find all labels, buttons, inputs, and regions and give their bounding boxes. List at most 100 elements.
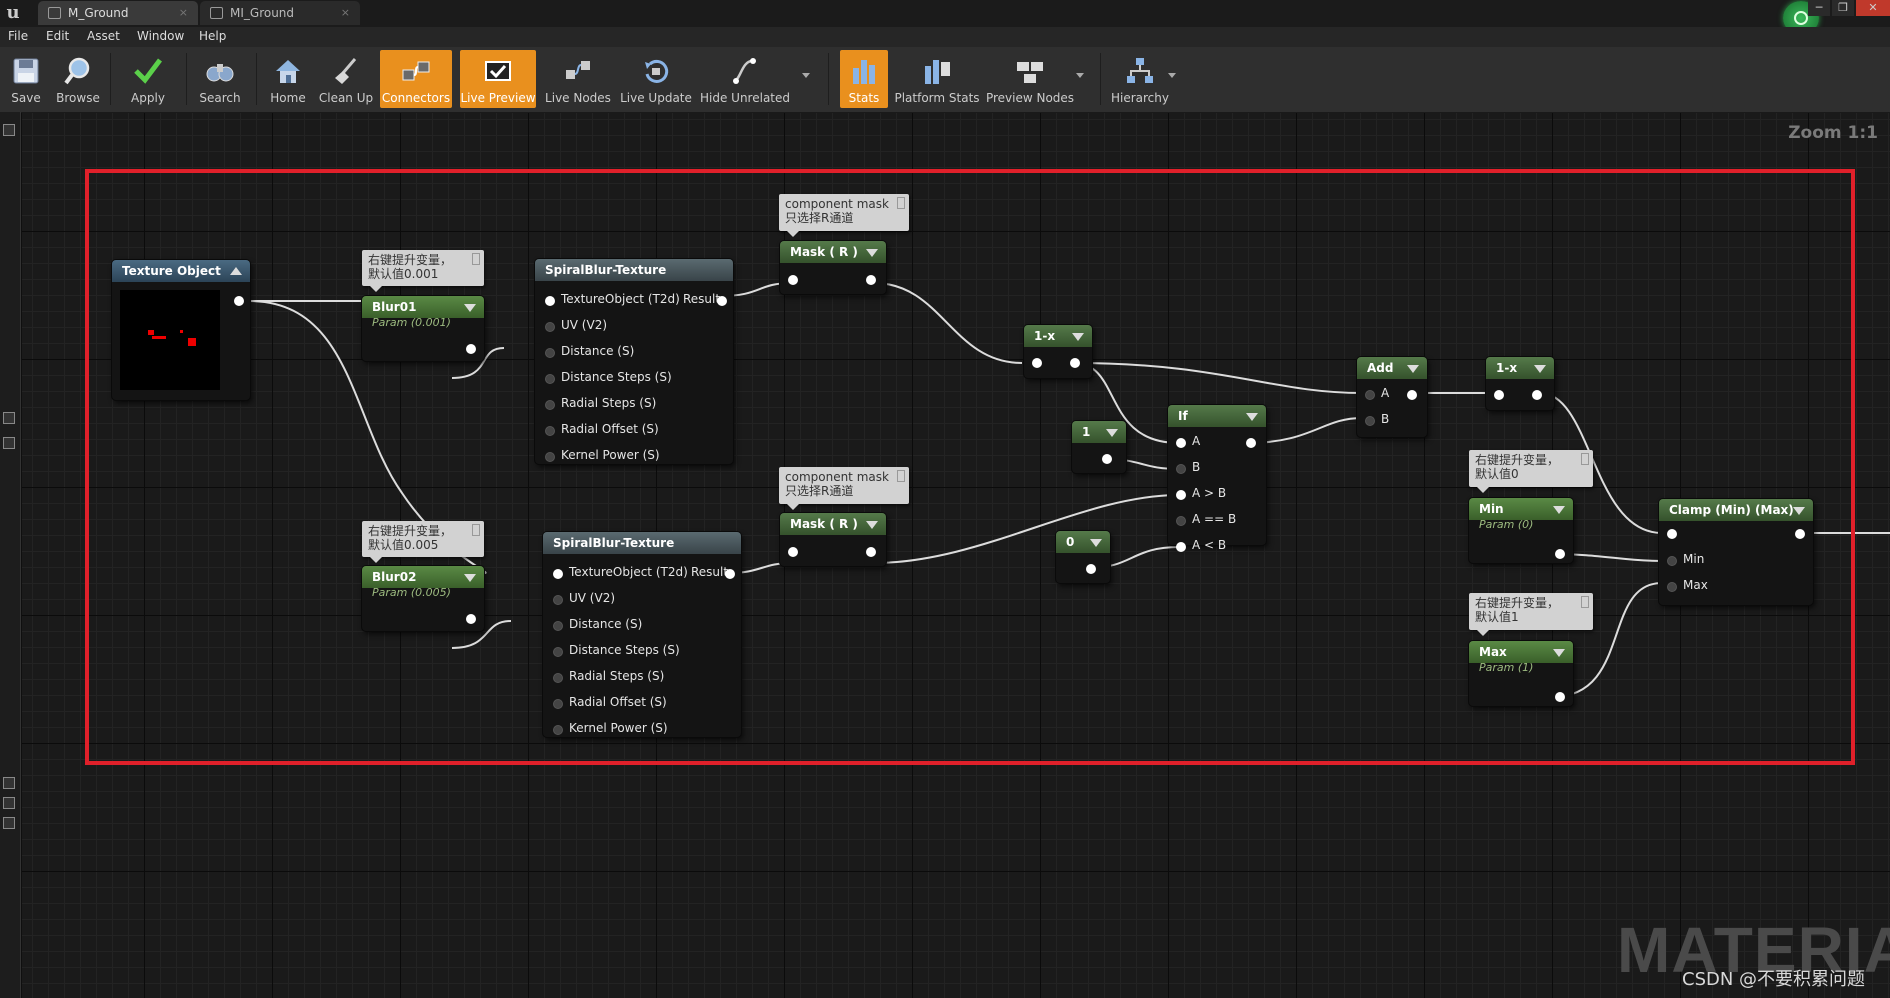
preview-nodes-button[interactable]: Preview Nodes: [984, 50, 1076, 108]
panel-tab-icon[interactable]: [3, 412, 15, 424]
node-blur02[interactable]: Blur02 Param (0.005): [362, 566, 484, 631]
comment-toggle-icon[interactable]: [472, 524, 480, 536]
hierarchy-dropdown-icon[interactable]: [1168, 73, 1176, 78]
input-pin-distance[interactable]: [545, 348, 555, 358]
input-pin[interactable]: [788, 547, 798, 557]
input-pin-max[interactable]: [1667, 582, 1677, 592]
panel-tab-icon[interactable]: [3, 124, 15, 136]
clean-up-button[interactable]: Clean Up: [316, 50, 376, 108]
input-pin-kernel-power[interactable]: [545, 452, 555, 462]
input-pin-a-less-b[interactable]: [1176, 542, 1186, 552]
input-pin-textureobject[interactable]: [553, 569, 563, 579]
live-preview-button[interactable]: Live Preview: [460, 50, 536, 108]
output-pin[interactable]: [1246, 438, 1256, 448]
node-add[interactable]: Add A B: [1357, 357, 1427, 437]
node-constant-1[interactable]: 1: [1072, 421, 1126, 473]
input-pin[interactable]: [788, 275, 798, 285]
output-pin[interactable]: [466, 614, 476, 624]
output-pin[interactable]: [1555, 549, 1565, 559]
input-pin-kernel-power[interactable]: [553, 725, 563, 735]
dropdown-arrow-icon[interactable]: [464, 574, 476, 582]
output-pin[interactable]: [466, 344, 476, 354]
preview-nodes-dropdown-icon[interactable]: [1076, 73, 1084, 78]
save-button[interactable]: Save: [4, 50, 48, 108]
live-update-button[interactable]: Live Update: [618, 50, 694, 108]
input-pin-a-equals-b[interactable]: [1176, 516, 1186, 526]
comment-toggle-icon[interactable]: [472, 253, 480, 265]
comment-bubble[interactable]: component mask 只选择R通道: [779, 194, 909, 237]
dropdown-arrow-icon[interactable]: [1534, 365, 1546, 373]
output-pin[interactable]: [1070, 358, 1080, 368]
output-pin[interactable]: [1532, 390, 1542, 400]
output-pin[interactable]: [1555, 692, 1565, 702]
input-pin-distance-steps[interactable]: [545, 374, 555, 384]
comment-bubble[interactable]: 右键提升变量， 默认值1: [1469, 593, 1593, 636]
input-pin-min[interactable]: [1667, 556, 1677, 566]
checkbox-icon[interactable]: [3, 817, 15, 829]
input-pin-uv[interactable]: [553, 595, 563, 605]
collapse-arrow-icon[interactable]: [230, 267, 242, 275]
node-max[interactable]: Max Param (1): [1469, 641, 1573, 706]
menu-asset[interactable]: Asset: [87, 29, 120, 43]
hide-unrelated-button[interactable]: Hide Unrelated: [700, 50, 790, 108]
comment-toggle-icon[interactable]: [897, 197, 905, 209]
connectors-button[interactable]: Connectors: [380, 50, 452, 108]
input-pin[interactable]: [1032, 358, 1042, 368]
menu-help[interactable]: Help: [199, 29, 226, 43]
apply-button[interactable]: Apply: [120, 50, 176, 108]
minimize-button[interactable]: ─: [1808, 0, 1830, 16]
node-one-minus-1[interactable]: 1-x: [1024, 325, 1092, 378]
hierarchy-button[interactable]: Hierarchy: [1110, 50, 1170, 108]
dropdown-arrow-icon[interactable]: [1553, 649, 1565, 657]
node-spiralblur-texture-1[interactable]: SpiralBlur-Texture TextureObject (T2d) R…: [535, 259, 733, 464]
output-pin[interactable]: [866, 275, 876, 285]
comment-bubble[interactable]: 右键提升变量， 默认值0.005: [362, 521, 484, 563]
menu-window[interactable]: Window: [137, 29, 184, 43]
output-pin[interactable]: [1102, 454, 1112, 464]
menu-edit[interactable]: Edit: [46, 29, 69, 43]
comment-toggle-icon[interactable]: [1581, 453, 1589, 465]
stats-button[interactable]: Stats: [840, 50, 888, 108]
menu-file[interactable]: File: [8, 29, 28, 43]
comment-bubble[interactable]: component mask 只选择R通道: [779, 467, 909, 510]
node-mask-r-1[interactable]: Mask ( R ): [780, 241, 886, 294]
dropdown-arrow-icon[interactable]: [464, 304, 476, 312]
live-nodes-button[interactable]: Live Nodes: [542, 50, 614, 108]
comment-toggle-icon[interactable]: [897, 470, 905, 482]
checkbox-icon[interactable]: [3, 797, 15, 809]
output-pin[interactable]: [234, 296, 244, 306]
platform-stats-button[interactable]: Platform Stats: [894, 50, 980, 108]
input-pin-radial-offset[interactable]: [545, 426, 555, 436]
input-pin-textureobject[interactable]: [545, 296, 555, 306]
input-pin-distance-steps[interactable]: [553, 647, 563, 657]
close-tab-icon[interactable]: ×: [341, 1, 350, 25]
input-pin-a[interactable]: [1365, 390, 1375, 400]
dropdown-arrow-icon[interactable]: [1246, 413, 1258, 421]
close-tab-icon[interactable]: ×: [179, 1, 188, 25]
tab-m-ground[interactable]: M_Ground ×: [38, 1, 198, 25]
input-pin-a[interactable]: [1176, 438, 1186, 448]
node-mask-r-2[interactable]: Mask ( R ): [780, 513, 886, 566]
input-pin-b[interactable]: [1365, 416, 1375, 426]
dropdown-arrow-icon[interactable]: [1072, 333, 1084, 341]
node-constant-0[interactable]: 0: [1056, 531, 1110, 583]
hide-unrelated-dropdown-icon[interactable]: [802, 73, 810, 78]
close-window-button[interactable]: ✕: [1856, 0, 1890, 16]
dropdown-arrow-icon[interactable]: [866, 249, 878, 257]
dropdown-arrow-icon[interactable]: [1106, 429, 1118, 437]
home-button[interactable]: Home: [262, 50, 314, 108]
input-pin-value[interactable]: [1667, 529, 1677, 539]
unreal-logo-icon[interactable]: u: [2, 2, 24, 24]
comment-bubble[interactable]: 右键提升变量， 默认值0: [1469, 450, 1593, 493]
input-pin-radial-steps[interactable]: [553, 673, 563, 683]
restore-button[interactable]: ❐: [1832, 0, 1854, 16]
input-pin[interactable]: [1494, 390, 1504, 400]
checkbox-icon[interactable]: [3, 777, 15, 789]
comment-bubble[interactable]: 右键提升变量， 默认值0.001: [362, 250, 484, 292]
dropdown-arrow-icon[interactable]: [1090, 539, 1102, 547]
node-if[interactable]: If A B A > B A == B A < B: [1168, 405, 1266, 552]
output-pin[interactable]: [1086, 564, 1096, 574]
node-blur01[interactable]: Blur01 Param (0.001): [362, 296, 484, 361]
node-min[interactable]: Min Param (0): [1469, 498, 1573, 563]
output-pin[interactable]: [866, 547, 876, 557]
